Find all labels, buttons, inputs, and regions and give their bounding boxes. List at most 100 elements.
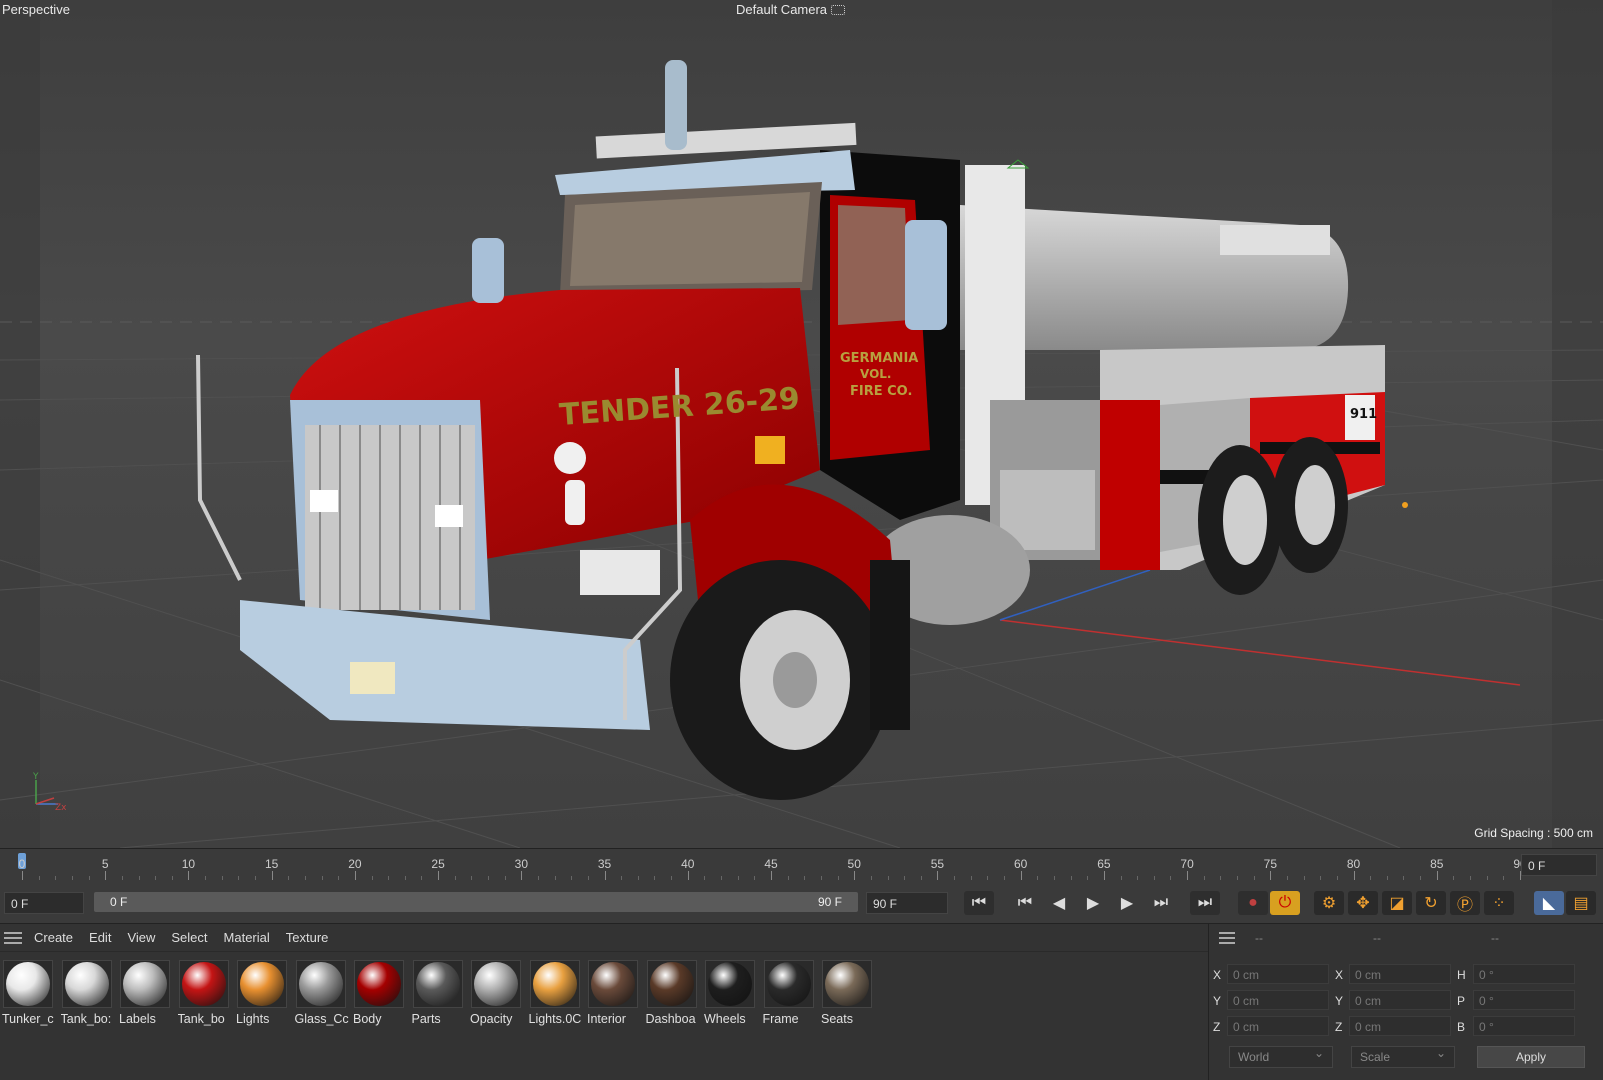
coordinate-input[interactable]: 0 cm	[1227, 990, 1329, 1010]
menu-material[interactable]: Material	[224, 930, 270, 945]
timeline[interactable]: 0 5 10 15 20 25 30 35 40 45 50 55 60 65 70 75 80 85 90 0 F	[0, 848, 1603, 881]
grid-spacing-label: Grid Spacing : 500 cm	[1474, 826, 1593, 840]
material-name: Glass_Cc	[294, 1012, 349, 1026]
timeline-window-icon[interactable]: ▤	[1566, 891, 1596, 915]
timeline-ruler[interactable]: 0 5 10 15 20 25 30 35 40 45 50 55 60 65 70 75 80 85 90	[10, 849, 1527, 881]
material-swatch[interactable]: Opacity	[468, 958, 527, 1030]
material-swatch[interactable]: Interior	[585, 958, 644, 1030]
3d-viewport[interactable]: TENDER 26-29 GERMANIA VOL. FIRE CO. 911 …	[0, 0, 1603, 848]
material-list: Tunker_c Tank_bo: Labels Tank_bo Lights Glass…	[0, 958, 878, 1030]
record-active-icon[interactable]: ●	[1238, 891, 1268, 915]
coordinate-input[interactable]: 0 °	[1473, 990, 1575, 1010]
material-preview	[295, 960, 346, 1008]
material-swatch[interactable]: Seats	[819, 958, 878, 1030]
material-preview	[822, 960, 872, 1008]
material-swatch[interactable]: Tunker_c	[0, 958, 59, 1030]
previous-key-icon[interactable]: ⏮	[1010, 891, 1040, 915]
coordinate-mode-select[interactable]: World	[1229, 1046, 1333, 1068]
transport-bar: 0 F 0 F 90 F 90 F ⏮ ⏮ ◀ ▶ ▶ ⏭ ⏭ ● ⏻ ⚙ ✥ …	[0, 880, 1603, 924]
coordinate-axis-label: B	[1457, 1020, 1466, 1034]
camera-icon[interactable]	[831, 4, 846, 15]
timeline-tick-label: 60	[1013, 857, 1028, 871]
material-preview	[237, 960, 287, 1008]
menu-create[interactable]: Create	[34, 930, 73, 945]
coordinate-input[interactable]: 0 cm	[1349, 990, 1451, 1010]
rotation-key-icon[interactable]: ↻	[1416, 891, 1446, 915]
material-swatch[interactable]: Body	[351, 958, 410, 1030]
coordinate-input[interactable]: 0 cm	[1349, 964, 1451, 984]
keyframe-selection-icon[interactable]: ⚙	[1314, 891, 1344, 915]
camera-name: Default Camera	[736, 2, 828, 17]
timeline-tick-label: 65	[1097, 857, 1111, 871]
material-swatch[interactable]: Labels	[117, 958, 176, 1030]
go-to-end-icon[interactable]: ⏭	[1190, 891, 1220, 915]
material-swatch[interactable]: Lights	[234, 958, 293, 1030]
material-preview	[705, 960, 755, 1008]
end-frame-field[interactable]: 90 F	[866, 892, 948, 914]
coordinate-axis-label: X	[1335, 968, 1344, 982]
material-swatch[interactable]: Tank_bo	[176, 958, 235, 1030]
menu-view[interactable]: View	[127, 930, 155, 945]
current-frame-field[interactable]: 0 F	[1521, 854, 1597, 876]
material-name: Tank_bo	[177, 1012, 225, 1026]
coordinate-input[interactable]: 0 cm	[1227, 1016, 1329, 1036]
coordinate-input[interactable]: 0 cm	[1349, 1016, 1451, 1036]
coordinate-row: Y 0 cm Y 0 cm P 0 °	[1209, 990, 1603, 1012]
timeline-tick-label: 25	[431, 857, 445, 871]
timeline-tick-label: 85	[1430, 857, 1444, 871]
coordinate-input[interactable]: 0 °	[1473, 964, 1575, 984]
material-sphere-icon	[298, 962, 343, 1006]
point-level-icon[interactable]: ⁘	[1484, 891, 1514, 915]
coordinates-header: -- -- --	[1209, 924, 1603, 952]
material-swatch[interactable]: Wheels	[702, 958, 761, 1030]
apply-button[interactable]: Apply	[1477, 1046, 1585, 1068]
material-swatch[interactable]: Lights.0C	[527, 958, 586, 1030]
menu-select[interactable]: Select	[171, 930, 207, 945]
coordinate-axis-label: H	[1457, 968, 1466, 982]
material-preview	[763, 960, 814, 1008]
material-sphere-icon	[357, 962, 401, 1006]
position-key-icon[interactable]: ✥	[1348, 891, 1378, 915]
range-end-label: 90 F	[817, 895, 842, 909]
parameter-key-icon[interactable]: Ⓟ	[1450, 891, 1480, 915]
material-name: Parts	[411, 1012, 441, 1026]
interpolation-icon[interactable]: ◣	[1534, 891, 1564, 915]
material-sphere-icon	[6, 962, 50, 1006]
material-preview	[354, 960, 404, 1008]
material-swatch[interactable]: Frame	[761, 958, 820, 1030]
timeline-tick-label: 20	[348, 857, 362, 871]
autokey-icon[interactable]: ⏻	[1270, 891, 1300, 915]
timeline-tick-label: 70	[1180, 857, 1194, 871]
next-key-icon[interactable]: ⏭	[1146, 891, 1176, 915]
material-preview	[471, 960, 521, 1008]
coordinate-row: Z 0 cm Z 0 cm B 0 °	[1209, 1016, 1603, 1038]
start-frame-field[interactable]: 0 F	[4, 892, 84, 914]
go-to-start-icon[interactable]: ⏮	[964, 891, 994, 915]
material-preview	[120, 960, 170, 1008]
material-swatch[interactable]: Dashboa	[644, 958, 703, 1030]
menu-texture[interactable]: Texture	[286, 930, 329, 945]
menu-edit[interactable]: Edit	[89, 930, 111, 945]
next-frame-icon[interactable]: ▶	[1112, 891, 1142, 915]
view-name-label[interactable]: Perspective	[2, 2, 70, 17]
material-sphere-icon	[766, 962, 811, 1006]
material-swatch[interactable]: Glass_Cc	[293, 958, 352, 1030]
camera-label[interactable]: Default Camera	[736, 2, 846, 17]
scale-key-icon[interactable]: ◪	[1382, 891, 1412, 915]
timeline-tick-label: 35	[597, 857, 612, 871]
coordinate-input[interactable]: 0 cm	[1227, 964, 1329, 984]
material-swatch[interactable]: Tank_bo:	[59, 958, 118, 1030]
material-swatch[interactable]: Parts	[410, 958, 469, 1030]
coords-menu-icon[interactable]	[1219, 932, 1235, 944]
door-lettering-2: VOL.	[860, 367, 891, 381]
timeline-tick-label: 15	[264, 857, 279, 871]
coordinate-input[interactable]: 0 °	[1473, 1016, 1575, 1036]
coords-col3-header: --	[1491, 931, 1499, 945]
scale-mode-select[interactable]: Scale	[1351, 1046, 1455, 1068]
material-name: Frame	[762, 1012, 799, 1026]
frame-range-slider[interactable]: 0 F 90 F	[94, 892, 858, 912]
menu-hamburger-icon[interactable]	[4, 931, 22, 944]
play-icon[interactable]: ▶	[1078, 891, 1108, 915]
previous-frame-icon[interactable]: ◀	[1044, 891, 1074, 915]
coordinates-panel: -- -- -- X 0 cm X 0 cm H 0 ° Y 0 cm Y 0 cm P 0 ° Z 0 …	[1208, 924, 1603, 1080]
